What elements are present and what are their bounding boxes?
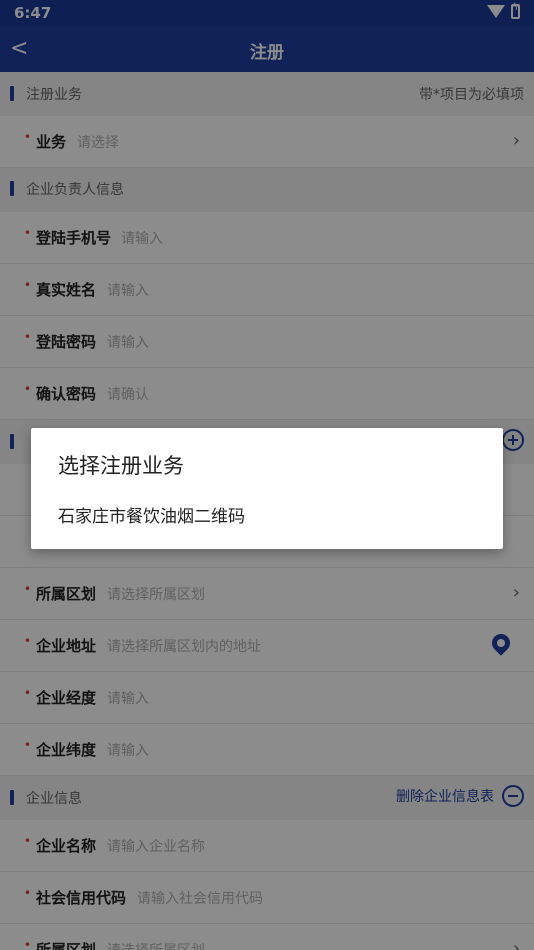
dialog-option[interactable]: 石家庄市餐饮油烟二维码 [58,502,245,527]
dialog-title: 选择注册业务 [58,454,184,478]
select-business-dialog: 选择注册业务 石家庄市餐饮油烟二维码 [31,428,503,549]
